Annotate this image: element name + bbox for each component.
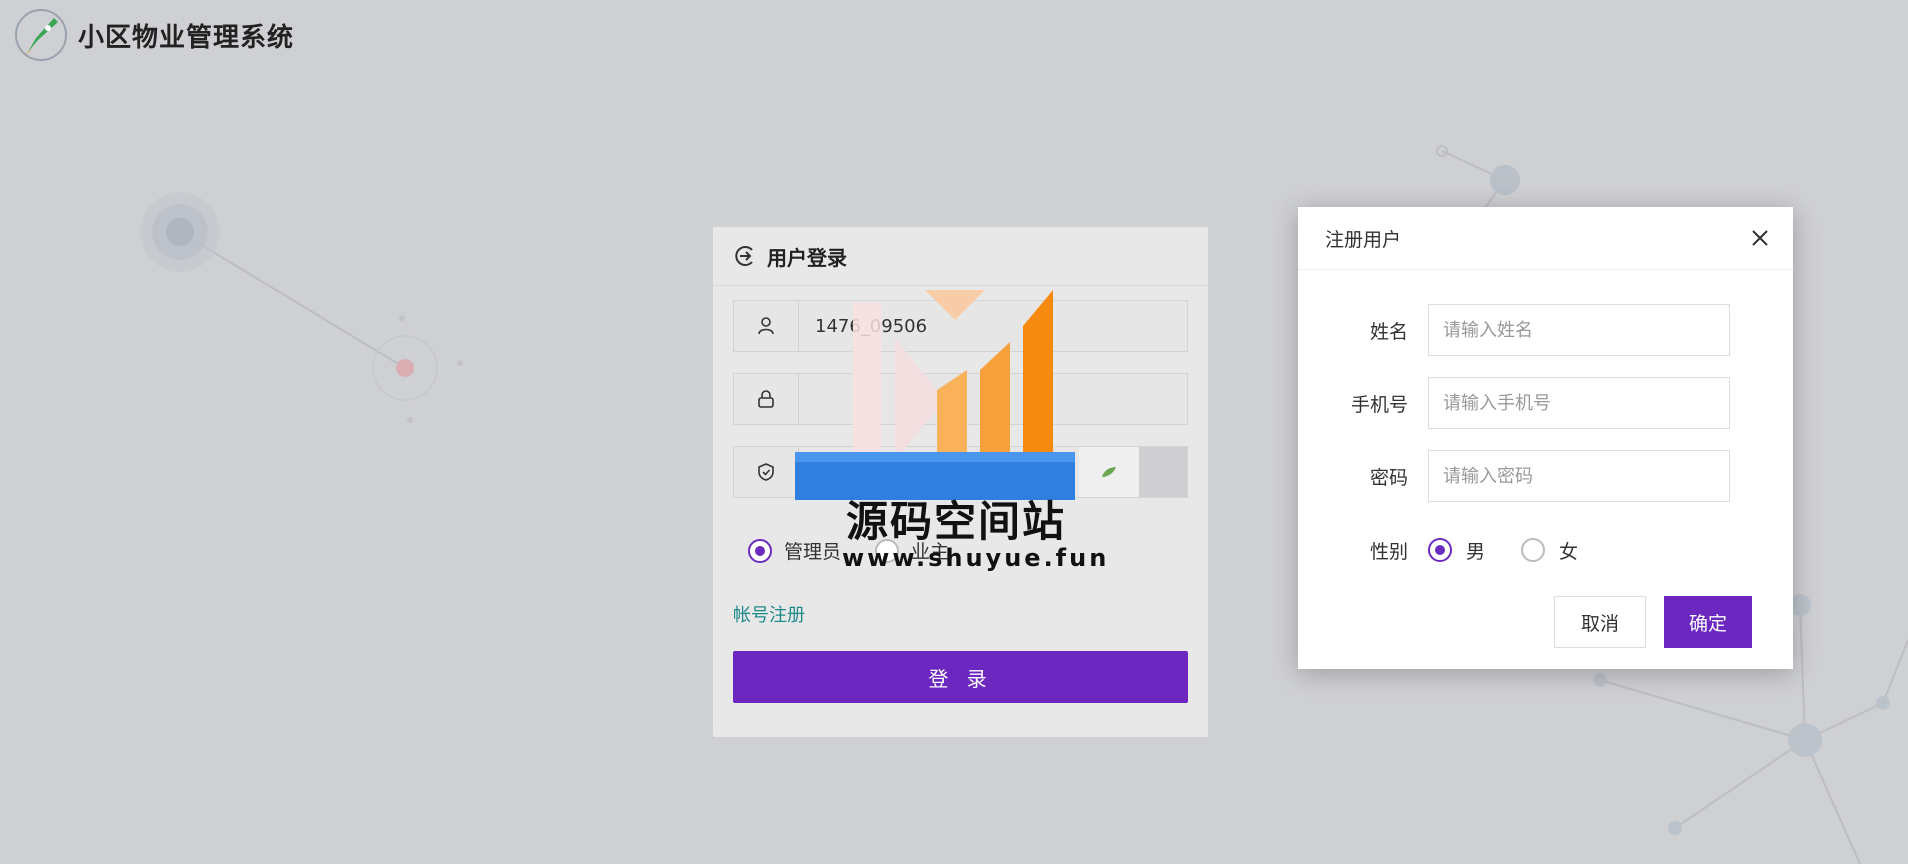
- gender-label-male: 男: [1466, 540, 1486, 563]
- username-value: 1476_09506: [815, 315, 928, 337]
- phone-row: 手机号: [1298, 377, 1793, 429]
- role-radio-admin[interactable]: [748, 538, 772, 563]
- login-header: 用户登录: [713, 227, 1208, 286]
- watermark-url: www.shuyue.fun: [842, 544, 1110, 572]
- rocket-icon: [15, 9, 67, 61]
- app-title: 小区物业管理系统: [78, 22, 295, 53]
- gender-label: 性别: [1369, 540, 1408, 563]
- phone-label: 手机号: [1350, 393, 1408, 416]
- role-label-admin: 管理员: [784, 541, 842, 563]
- cancel-button[interactable]: 取消: [1554, 596, 1646, 648]
- name-label: 姓名: [1369, 320, 1408, 343]
- gender-radio-male[interactable]: [1428, 538, 1452, 562]
- name-row: 姓名: [1298, 304, 1793, 356]
- login-title: 用户登录: [767, 245, 847, 270]
- watermark-title: 源码空间站: [846, 497, 1067, 546]
- shield-check-icon: [758, 463, 774, 481]
- password-row: 密码: [1298, 450, 1793, 502]
- captcha-image[interactable]: [1079, 447, 1139, 497]
- dialog-title: 注册用户: [1325, 228, 1402, 251]
- gender-radio-female[interactable]: [1521, 538, 1546, 562]
- app-brand: 小区物业管理系统: [14, 8, 294, 62]
- login-button[interactable]: 登 录: [733, 651, 1188, 703]
- user-icon: [758, 317, 774, 335]
- gender-row: 性别 男 女: [1298, 524, 1793, 576]
- captcha-refresh[interactable]: [1139, 447, 1187, 497]
- confirm-button[interactable]: 确定: [1664, 596, 1752, 648]
- dialog-header: 注册用户: [1298, 207, 1793, 270]
- leaf-icon: [1102, 467, 1116, 477]
- close-button[interactable]: [1747, 225, 1773, 251]
- register-dialog: 注册用户 姓名 手机号 密码 性别 男 女 取消 确定: [1298, 207, 1793, 669]
- username-field[interactable]: 1476_09506: [733, 300, 1188, 352]
- password-input[interactable]: [1428, 450, 1730, 502]
- gender-selector: 男 女: [1428, 537, 1614, 564]
- gender-label-female: 女: [1559, 540, 1579, 563]
- login-card: 用户登录 1476_09506 管理员 业主 帐号注册 登 录: [713, 227, 1208, 737]
- password-field[interactable]: [733, 373, 1188, 425]
- name-input[interactable]: [1428, 304, 1730, 356]
- password-label: 密码: [1369, 466, 1408, 489]
- phone-input[interactable]: [1428, 377, 1730, 429]
- close-icon: [1752, 230, 1768, 246]
- login-icon: [735, 246, 753, 266]
- lock-icon: [758, 390, 774, 408]
- register-link[interactable]: 帐号注册: [733, 601, 805, 627]
